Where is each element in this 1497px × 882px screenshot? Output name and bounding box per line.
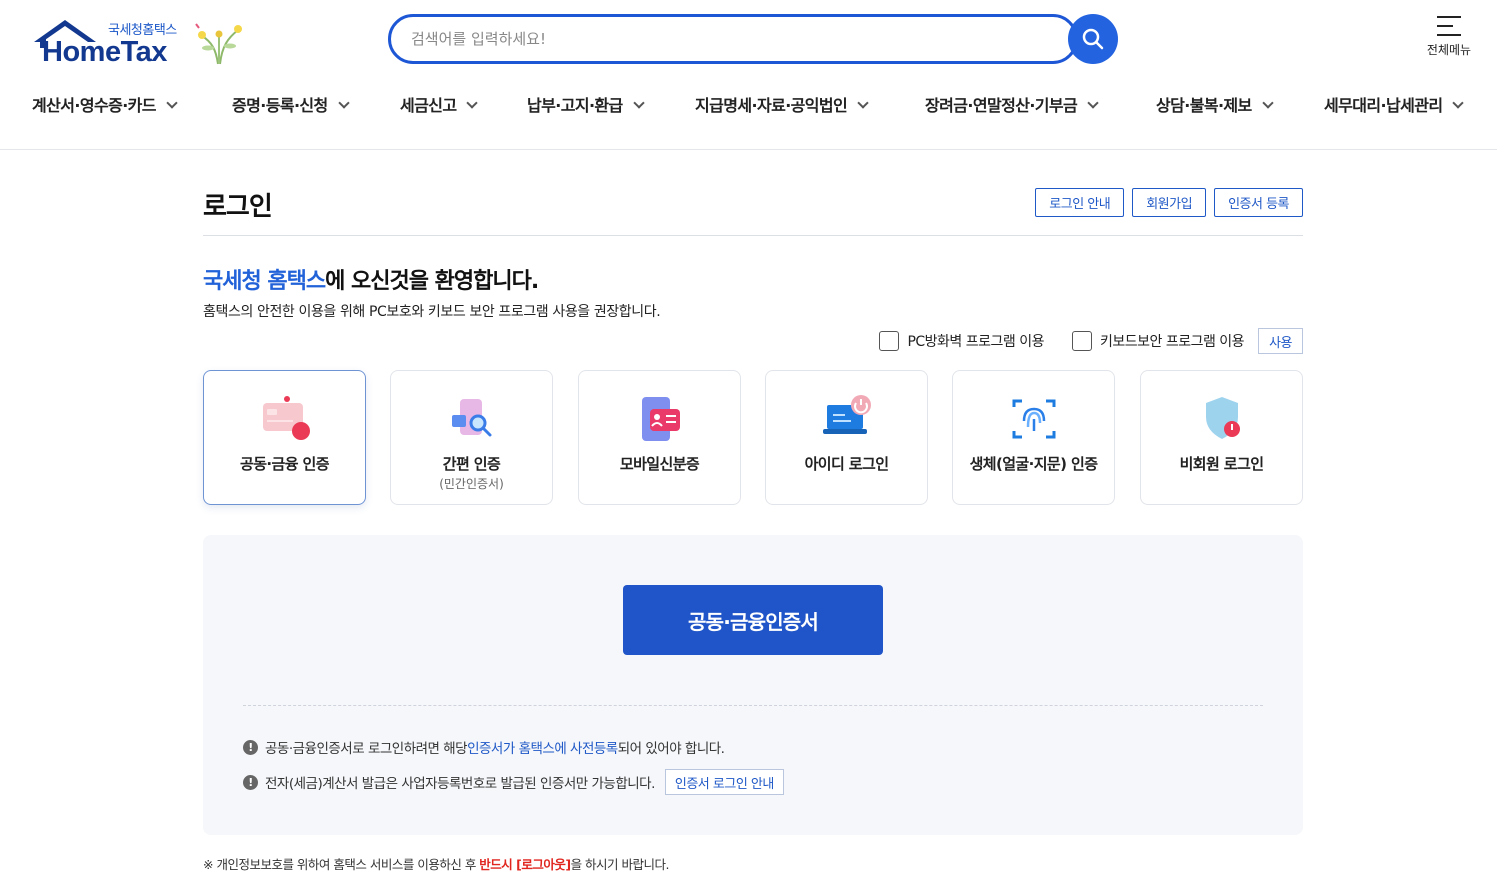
search-icon xyxy=(1082,28,1104,50)
search-input[interactable] xyxy=(391,17,1011,61)
chevron-down-icon xyxy=(633,97,645,109)
method-id-login[interactable]: 아이디 로그인 xyxy=(765,370,928,505)
fingerprint-icon xyxy=(1012,399,1055,439)
mobile-id-icon xyxy=(641,397,680,441)
method-label: 모바일신분증 xyxy=(619,455,700,473)
logo-wordmark: HomeTax xyxy=(42,36,167,68)
nav-item-incentives[interactable]: 장려금·연말정산·기부금 xyxy=(925,92,1099,116)
signup-button[interactable]: 회원가입 xyxy=(1132,188,1207,217)
nav-item-tax-report[interactable]: 세금신고 xyxy=(400,92,479,116)
welcome-heading: 국세청 홈택스에 오신것을 환영합니다. xyxy=(203,263,539,295)
pc-firewall-checkbox[interactable] xyxy=(879,331,900,351)
pc-firewall-label: PC방화벽 프로그램 이용 xyxy=(907,334,1044,350)
nav-item-certificate[interactable]: 증명·등록·신청 xyxy=(232,92,350,116)
all-menu-button[interactable]: 전체메뉴 xyxy=(1418,14,1480,66)
footnote-emphasis: 반드시 [로그아웃] xyxy=(479,857,571,872)
method-simple-auth[interactable]: 간편 인증 (민간인증서) xyxy=(390,370,553,505)
chevron-down-icon xyxy=(857,97,869,109)
notice-link[interactable]: 인증서가 홈택스에 사전등록 xyxy=(467,737,618,757)
register-certificate-button[interactable]: 인증서 등록 xyxy=(1214,188,1303,217)
use-button[interactable]: 사용 xyxy=(1258,328,1303,354)
hometax-logo[interactable]: 국세청홈택스 HomeTax xyxy=(32,14,247,70)
exclamation-icon: ! xyxy=(243,739,258,755)
welcome-text: 에 오신것을 환영합니다. xyxy=(325,269,539,294)
security-recommendation: 홈택스의 안전한 이용을 위해 PC보호와 키보드 보안 프로그램 사용을 권장… xyxy=(203,304,661,320)
method-non-member[interactable]: 비회원 로그인 xyxy=(1140,370,1303,505)
method-label: 아이디 로그인 xyxy=(804,455,889,473)
nav-item-label: 세금신고 xyxy=(400,96,457,115)
chevron-down-icon xyxy=(466,97,479,109)
security-options: PC방화벽 프로그램 이용 키보드보안 프로그램 이용 사용 xyxy=(879,328,1303,354)
nav-item-payment[interactable]: 납부·고지·환급 xyxy=(527,92,645,116)
nav-item-invoice[interactable]: 계산서·영수증·카드 xyxy=(32,92,178,116)
nav-item-label: 상담·불복·제보 xyxy=(1156,96,1252,115)
exclamation-icon: ! xyxy=(243,774,258,790)
keyboard-security-label: 키보드보안 프로그램 이용 xyxy=(1099,334,1245,350)
pc-firewall-option[interactable]: PC방화벽 프로그램 이용 xyxy=(879,331,1044,351)
nav-item-label: 납부·고지·환급 xyxy=(527,96,623,115)
login-panel: 공동·금융인증서 ! 공동·금융인증서로 로그인하려면 해당 인증서가 홈택스에… xyxy=(203,535,1303,835)
page-title: 로그인 xyxy=(203,192,273,222)
divider xyxy=(243,705,1263,706)
login-methods: 공동·금융 인증 간편 인증 (민간인증서) 모바일신분증 아이디 로그인 생체… xyxy=(203,370,1303,505)
certificate-login-button[interactable]: 공동·금융인증서 xyxy=(623,585,883,655)
top-buttons: 로그인 안내 회원가입 인증서 등록 xyxy=(1035,188,1303,217)
nav-item-label: 세무대리·납세관리 xyxy=(1324,96,1443,115)
title-row: 로그인 로그인 안내 회원가입 인증서 등록 xyxy=(203,182,1303,236)
method-label: 생체(얼굴·지문) 인증 xyxy=(969,455,1098,473)
method-sublabel: (민간인증서) xyxy=(439,477,504,491)
nav-item-label: 증명·등록·신청 xyxy=(232,96,328,115)
welcome-highlight: 국세청 홈택스 xyxy=(203,269,326,294)
method-certificate[interactable]: 공동·금융 인증 xyxy=(203,370,366,505)
chevron-down-icon xyxy=(1452,97,1465,109)
nav-item-consulting[interactable]: 상담·불복·제보 xyxy=(1156,92,1274,116)
search-box xyxy=(388,14,1078,64)
keyboard-security-checkbox[interactable] xyxy=(1071,331,1092,351)
main-navigation: 계산서·영수증·카드 증명·등록·신청 세금신고 납부·고지·환급 지급명세·자… xyxy=(32,92,1482,124)
notice-registration: ! 공동·금융인증서로 로그인하려면 해당 인증서가 홈택스에 사전등록 되어 있… xyxy=(243,737,725,757)
login-guide-button[interactable]: 로그인 안내 xyxy=(1035,188,1125,217)
site-header: 국세청홈택스 HomeTax 전체메뉴 계산서·영수증·카드 증명·등록·신청 … xyxy=(0,0,1497,150)
chevron-down-icon xyxy=(1087,97,1099,109)
notice-text: 되어 있어야 합니다. xyxy=(617,741,725,757)
certificate-icon xyxy=(262,396,310,440)
method-label: 공동·금융 인증 xyxy=(240,455,330,473)
nav-item-tax-agent[interactable]: 세무대리·납세관리 xyxy=(1324,92,1465,116)
laptop-icon xyxy=(822,395,871,434)
shield-icon xyxy=(1205,397,1240,439)
notice-invoice: ! 전자(세금)계산서 발급은 사업자등록번호로 발급된 인증서만 가능합니다.… xyxy=(243,769,784,795)
chevron-down-icon xyxy=(1262,97,1274,109)
method-mobile-id[interactable]: 모바일신분증 xyxy=(578,370,741,505)
simple-auth-icon xyxy=(451,399,491,437)
search-button[interactable] xyxy=(1068,14,1118,64)
nav-item-label: 지급명세·자료·공익법인 xyxy=(695,96,848,115)
certificate-login-guide-button[interactable]: 인증서 로그인 안내 xyxy=(664,769,784,795)
nav-item-label: 계산서·영수증·카드 xyxy=(32,96,157,115)
logout-footnote: ※ 개인정보보호를 위하여 홈택스 서비스를 이용하신 후 반드시 [로그아웃]… xyxy=(203,854,670,873)
footnote-text: 을 하시기 바랍니다. xyxy=(570,857,670,872)
nav-item-statements[interactable]: 지급명세·자료·공익법인 xyxy=(695,92,869,116)
notice-text: 공동·금융인증서로 로그인하려면 해당 xyxy=(265,741,468,757)
chevron-down-icon xyxy=(338,97,350,109)
notice-text: 전자(세금)계산서 발급은 사업자등록번호로 발급된 인증서만 가능합니다. xyxy=(265,776,655,792)
flower-decoration-icon xyxy=(195,23,242,65)
keyboard-security-option[interactable]: 키보드보안 프로그램 이용 xyxy=(1071,331,1245,351)
method-label: 비회원 로그인 xyxy=(1179,455,1264,473)
all-menu-label: 전체메뉴 xyxy=(1426,43,1472,57)
footnote-text: ※ 개인정보보호를 위하여 홈택스 서비스를 이용하신 후 xyxy=(203,857,480,872)
hamburger-icon xyxy=(1437,16,1461,36)
method-label: 간편 인증 xyxy=(442,455,501,473)
chevron-down-icon xyxy=(166,97,178,109)
nav-item-label: 장려금·연말정산·기부금 xyxy=(925,96,1078,115)
method-biometric[interactable]: 생체(얼굴·지문) 인증 xyxy=(952,370,1115,505)
